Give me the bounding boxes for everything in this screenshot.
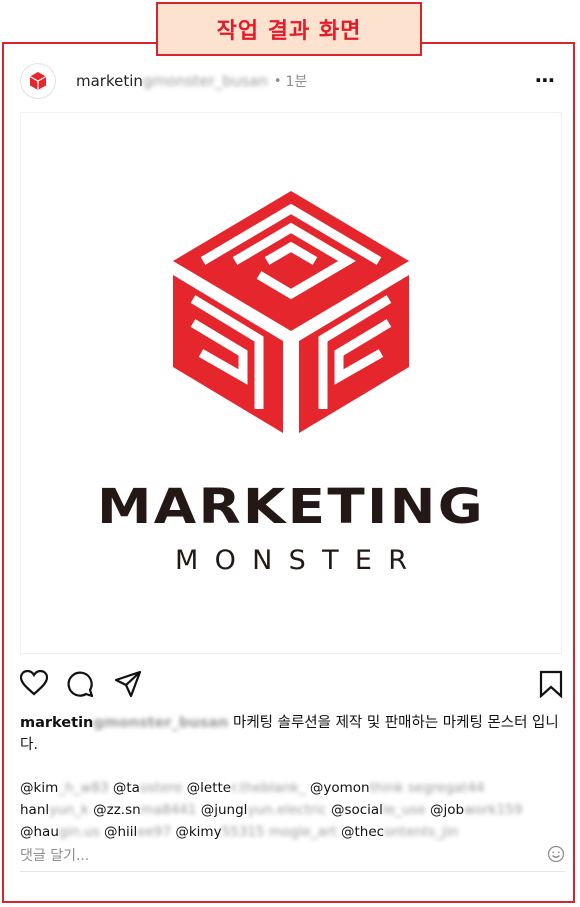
tag-mention[interactable]: @thecontents_jin (341, 824, 458, 840)
share-send-icon[interactable] (114, 670, 142, 698)
separator-dot: • (273, 73, 282, 89)
tag-visible: @yomon (309, 780, 370, 796)
tag-blurred: r.theblank_ (231, 780, 306, 796)
tag-mention[interactable]: @yomonthink segregat44 (310, 780, 485, 796)
post-username[interactable]: marketingmonster_busan (76, 72, 268, 90)
avatar-cube-icon (29, 72, 47, 90)
caption-user-blurred: gmonster_busan (93, 715, 229, 731)
post-caption: marketingmonster_busan 마케팅 솔루션을 제작 및 판매하… (20, 712, 565, 756)
tag-visible: @lette (186, 780, 232, 796)
tag-mention[interactable]: @jobwork159 (430, 802, 523, 818)
avatar[interactable] (20, 63, 56, 99)
marketing-monster-logo: MARKETING MONSTER (97, 191, 485, 576)
tag-visible: @jungl (200, 802, 248, 818)
tagged-users: @kim_h_w83 @taostere @letter.theblank_ @… (20, 777, 565, 843)
tag-visible: hanl (20, 802, 50, 818)
username-blurred: gmonster_busan (142, 72, 268, 90)
tag-mention[interactable]: @hiilee97 (104, 824, 171, 840)
tag-mention[interactable]: @haugin.us (20, 824, 100, 840)
tag-visible: @social (330, 802, 383, 818)
tag-blurred: work159 (464, 802, 523, 818)
tag-visible: @kimy (175, 824, 222, 840)
post-header: marketingmonster_busan • 1분 ⋯ (20, 60, 560, 102)
tag-visible: @job (429, 802, 465, 818)
like-heart-icon[interactable] (20, 670, 48, 696)
bookmark-icon[interactable] (539, 670, 563, 698)
tag-blurred: 55315 mogle_art (221, 824, 337, 840)
tag-visible: @kim (20, 780, 59, 796)
tag-visible: @hiil (103, 824, 138, 840)
tag-mention[interactable]: @socialle_use (331, 802, 426, 818)
tag-visible: @thec (341, 824, 385, 840)
tag-blurred: ontents_jin (384, 824, 459, 840)
tag-mention[interactable]: @letter.theblank_ (187, 780, 306, 796)
post-time: 1분 (285, 74, 308, 90)
tag-visible: @hau (20, 824, 59, 840)
username-visible: marketin (76, 72, 143, 90)
tag-mention[interactable]: hanlyun_k (20, 802, 89, 818)
tag-blurred: think segregat44 (369, 780, 485, 796)
tag-blurred: yun_k (49, 802, 89, 818)
tag-blurred: _h_w83 (58, 780, 109, 796)
result-title-badge: 작업 결과 화면 (156, 2, 422, 56)
caption-user-visible: marketin (20, 715, 94, 731)
post-image: MARKETING MONSTER (20, 112, 562, 654)
tag-blurred: ma8441 (140, 802, 197, 818)
comment-input[interactable]: 댓글 달기... (20, 845, 565, 872)
caption-username[interactable]: marketingmonster_busan (20, 715, 228, 731)
tag-blurred: ee97 (137, 824, 172, 840)
tag-blurred: yun.electric (247, 802, 327, 818)
tag-visible: @ta (112, 780, 140, 796)
tag-mention[interactable]: @junglyun.electric (201, 802, 327, 818)
logo-sub: MONSTER (175, 545, 407, 576)
logo-word: MARKETING (97, 479, 485, 535)
more-options-icon[interactable]: ⋯ (535, 68, 556, 92)
tag-visible: @zz.sn (93, 802, 141, 818)
tag-mention[interactable]: @kim_h_w83 (20, 780, 109, 796)
tag-mention[interactable]: @zz.snma8441 (93, 802, 196, 818)
tag-mention[interactable]: @taostere (113, 780, 183, 796)
tag-blurred: gin.us (58, 824, 100, 840)
tag-blurred: ostere (139, 780, 183, 796)
comment-bubble-icon[interactable] (66, 670, 94, 698)
tag-blurred: le_use (382, 802, 426, 818)
action-bar (20, 670, 565, 698)
emoji-icon[interactable] (547, 845, 565, 863)
tag-mention[interactable]: @kimy55315 mogle_art (175, 824, 336, 840)
comment-placeholder: 댓글 달기... (20, 848, 90, 864)
